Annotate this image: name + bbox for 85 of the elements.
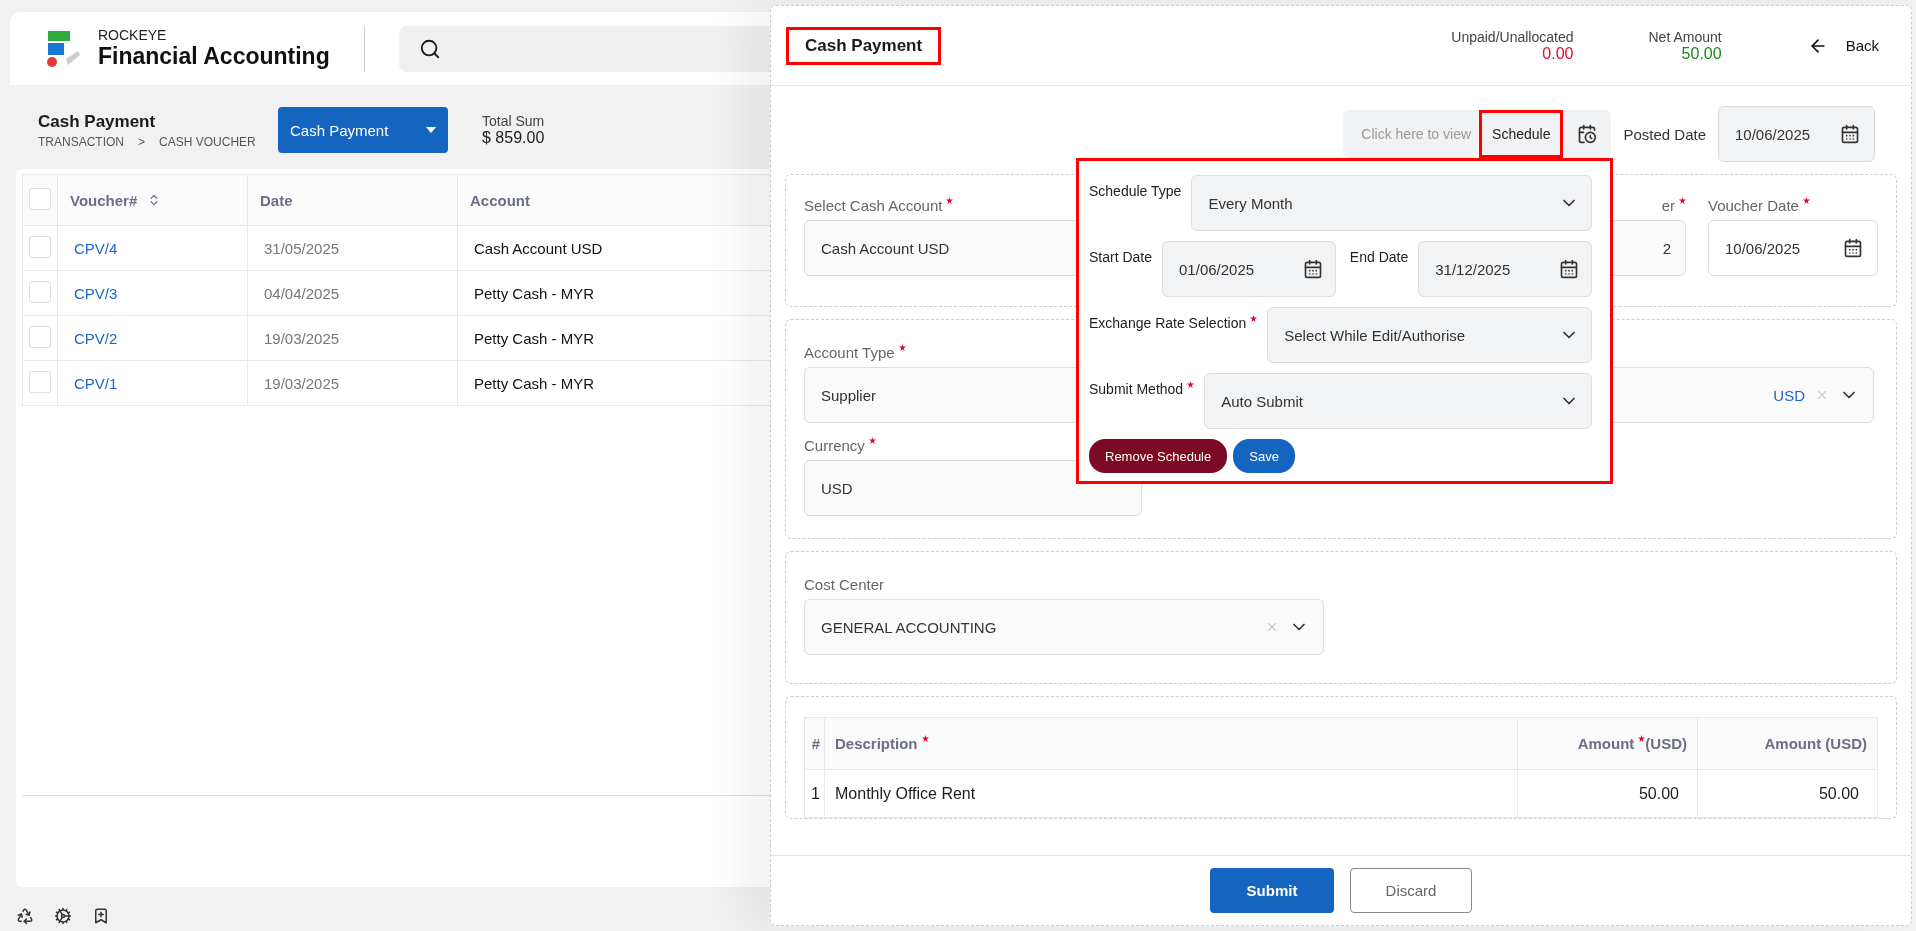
net-amount-value: 50.00 (1681, 44, 1722, 63)
required-icon (1802, 197, 1810, 204)
field-label: er (1661, 197, 1686, 214)
calendar-icon (1843, 238, 1863, 258)
submit-method-select[interactable]: Auto Submit (1204, 373, 1592, 429)
currency-field[interactable]: USD (804, 460, 1142, 516)
recycle-icon[interactable] (16, 907, 34, 925)
required-icon (1250, 315, 1258, 322)
app-title: Financial Accounting (98, 43, 330, 70)
unpaid-label: Unpaid/Unallocated (1451, 28, 1574, 45)
schedule-type-select[interactable]: Every Month (1191, 175, 1592, 231)
breadcrumb-item: CASH VOUCHER (159, 134, 256, 149)
calendar-icon (1559, 259, 1579, 279)
clear-icon[interactable] (1265, 620, 1279, 634)
total-label: Total Sum (482, 113, 545, 129)
column-header: Amount (USD) (1697, 717, 1878, 770)
back-button[interactable]: Back (1801, 34, 1885, 57)
voucher-link[interactable]: CPV/1 (57, 360, 248, 406)
table-cell: 31/05/2025 (247, 225, 458, 271)
schedule-button[interactable]: Schedule (1479, 110, 1564, 158)
column-header[interactable]: Date (247, 174, 458, 226)
voucher-link[interactable]: CPV/3 (57, 270, 248, 316)
breadcrumb-item: > (138, 134, 146, 149)
required-icon (868, 437, 876, 444)
unpaid-value: 0.00 (1542, 44, 1574, 63)
required-icon (921, 735, 929, 742)
end-date-field[interactable]: 31/12/2025 (1418, 241, 1592, 297)
column-header[interactable]: Voucher# (57, 174, 248, 226)
field-label: Start Date (1089, 248, 1153, 265)
voucher-link[interactable]: CPV/4 (57, 225, 248, 271)
caret-icon (426, 127, 436, 133)
row-checkbox[interactable] (29, 325, 51, 348)
calendar-icon (1302, 259, 1323, 279)
net-amount-label: Net Amount (1648, 28, 1722, 45)
remove-schedule-button[interactable]: Remove Schedule (1089, 439, 1228, 473)
search-icon (418, 37, 441, 60)
bookmark-icon[interactable] (92, 907, 110, 925)
clear-icon[interactable] (1815, 388, 1829, 402)
page-title: Cash Payment (38, 111, 157, 132)
select-all-checkbox[interactable] (29, 187, 51, 210)
table-cell: 04/04/2025 (247, 270, 458, 316)
column-header: # (804, 717, 825, 770)
row-checkbox[interactable] (29, 235, 51, 258)
save-button[interactable]: Save (1233, 439, 1295, 473)
field-label: Voucher Date (1708, 197, 1810, 214)
voucher-date-field[interactable]: 10/06/2025 (1708, 220, 1878, 276)
table-cell: 19/03/2025 (247, 315, 458, 361)
drawer-title: Cash Payment (786, 26, 942, 65)
field-label: End Date (1349, 248, 1409, 265)
field-label: Currency (804, 437, 876, 454)
schedule-hint: Click here to view (1360, 126, 1473, 142)
posted-date-field[interactable]: 10/06/2025 (1718, 106, 1875, 162)
field-label: Schedule Type (1089, 182, 1182, 199)
column-header: Description (824, 717, 1518, 770)
field-label: Submit Method (1089, 373, 1195, 397)
required-icon (1638, 735, 1646, 742)
voucher-type-dropdown[interactable]: Cash Payment (278, 107, 448, 153)
voucher-link[interactable]: CPV/2 (57, 315, 248, 361)
calendar-clock-icon[interactable] (1577, 124, 1598, 144)
calendar-icon (1840, 124, 1860, 144)
column-header: Amount (USD) (1517, 717, 1698, 770)
table-cell: 50.00 (1697, 769, 1878, 818)
submit-button[interactable]: Submit (1210, 868, 1334, 913)
required-icon (1187, 381, 1195, 388)
field-label: Account Type (804, 344, 906, 361)
posted-date-label: Posted Date (1623, 125, 1706, 143)
required-icon (1679, 197, 1686, 204)
brand-name: ROCKEYE (98, 27, 168, 43)
discard-button[interactable]: Discard (1350, 868, 1472, 913)
table-cell: 50.00 (1517, 769, 1698, 818)
start-date-field[interactable]: 01/06/2025 (1162, 241, 1336, 297)
required-icon (898, 344, 906, 351)
gear-icon[interactable] (54, 907, 72, 925)
table-cell: Monthly Office Rent (824, 769, 1518, 818)
total-value: $ 859.00 (482, 129, 545, 147)
field-label: Select Cash Account (804, 197, 954, 214)
exchange-rate-select[interactable]: Select While Edit/Authorise (1267, 307, 1592, 363)
field-label: Cost Center (804, 576, 885, 593)
row-checkbox[interactable] (29, 370, 51, 393)
table-cell: 1 (804, 769, 825, 818)
cost-center-field[interactable]: GENERAL ACCOUNTING (804, 599, 1324, 655)
table-cell: 19/03/2025 (247, 360, 458, 406)
required-icon (946, 197, 954, 204)
row-checkbox[interactable] (29, 280, 51, 303)
breadcrumb-item: TRANSACTION (38, 134, 124, 149)
